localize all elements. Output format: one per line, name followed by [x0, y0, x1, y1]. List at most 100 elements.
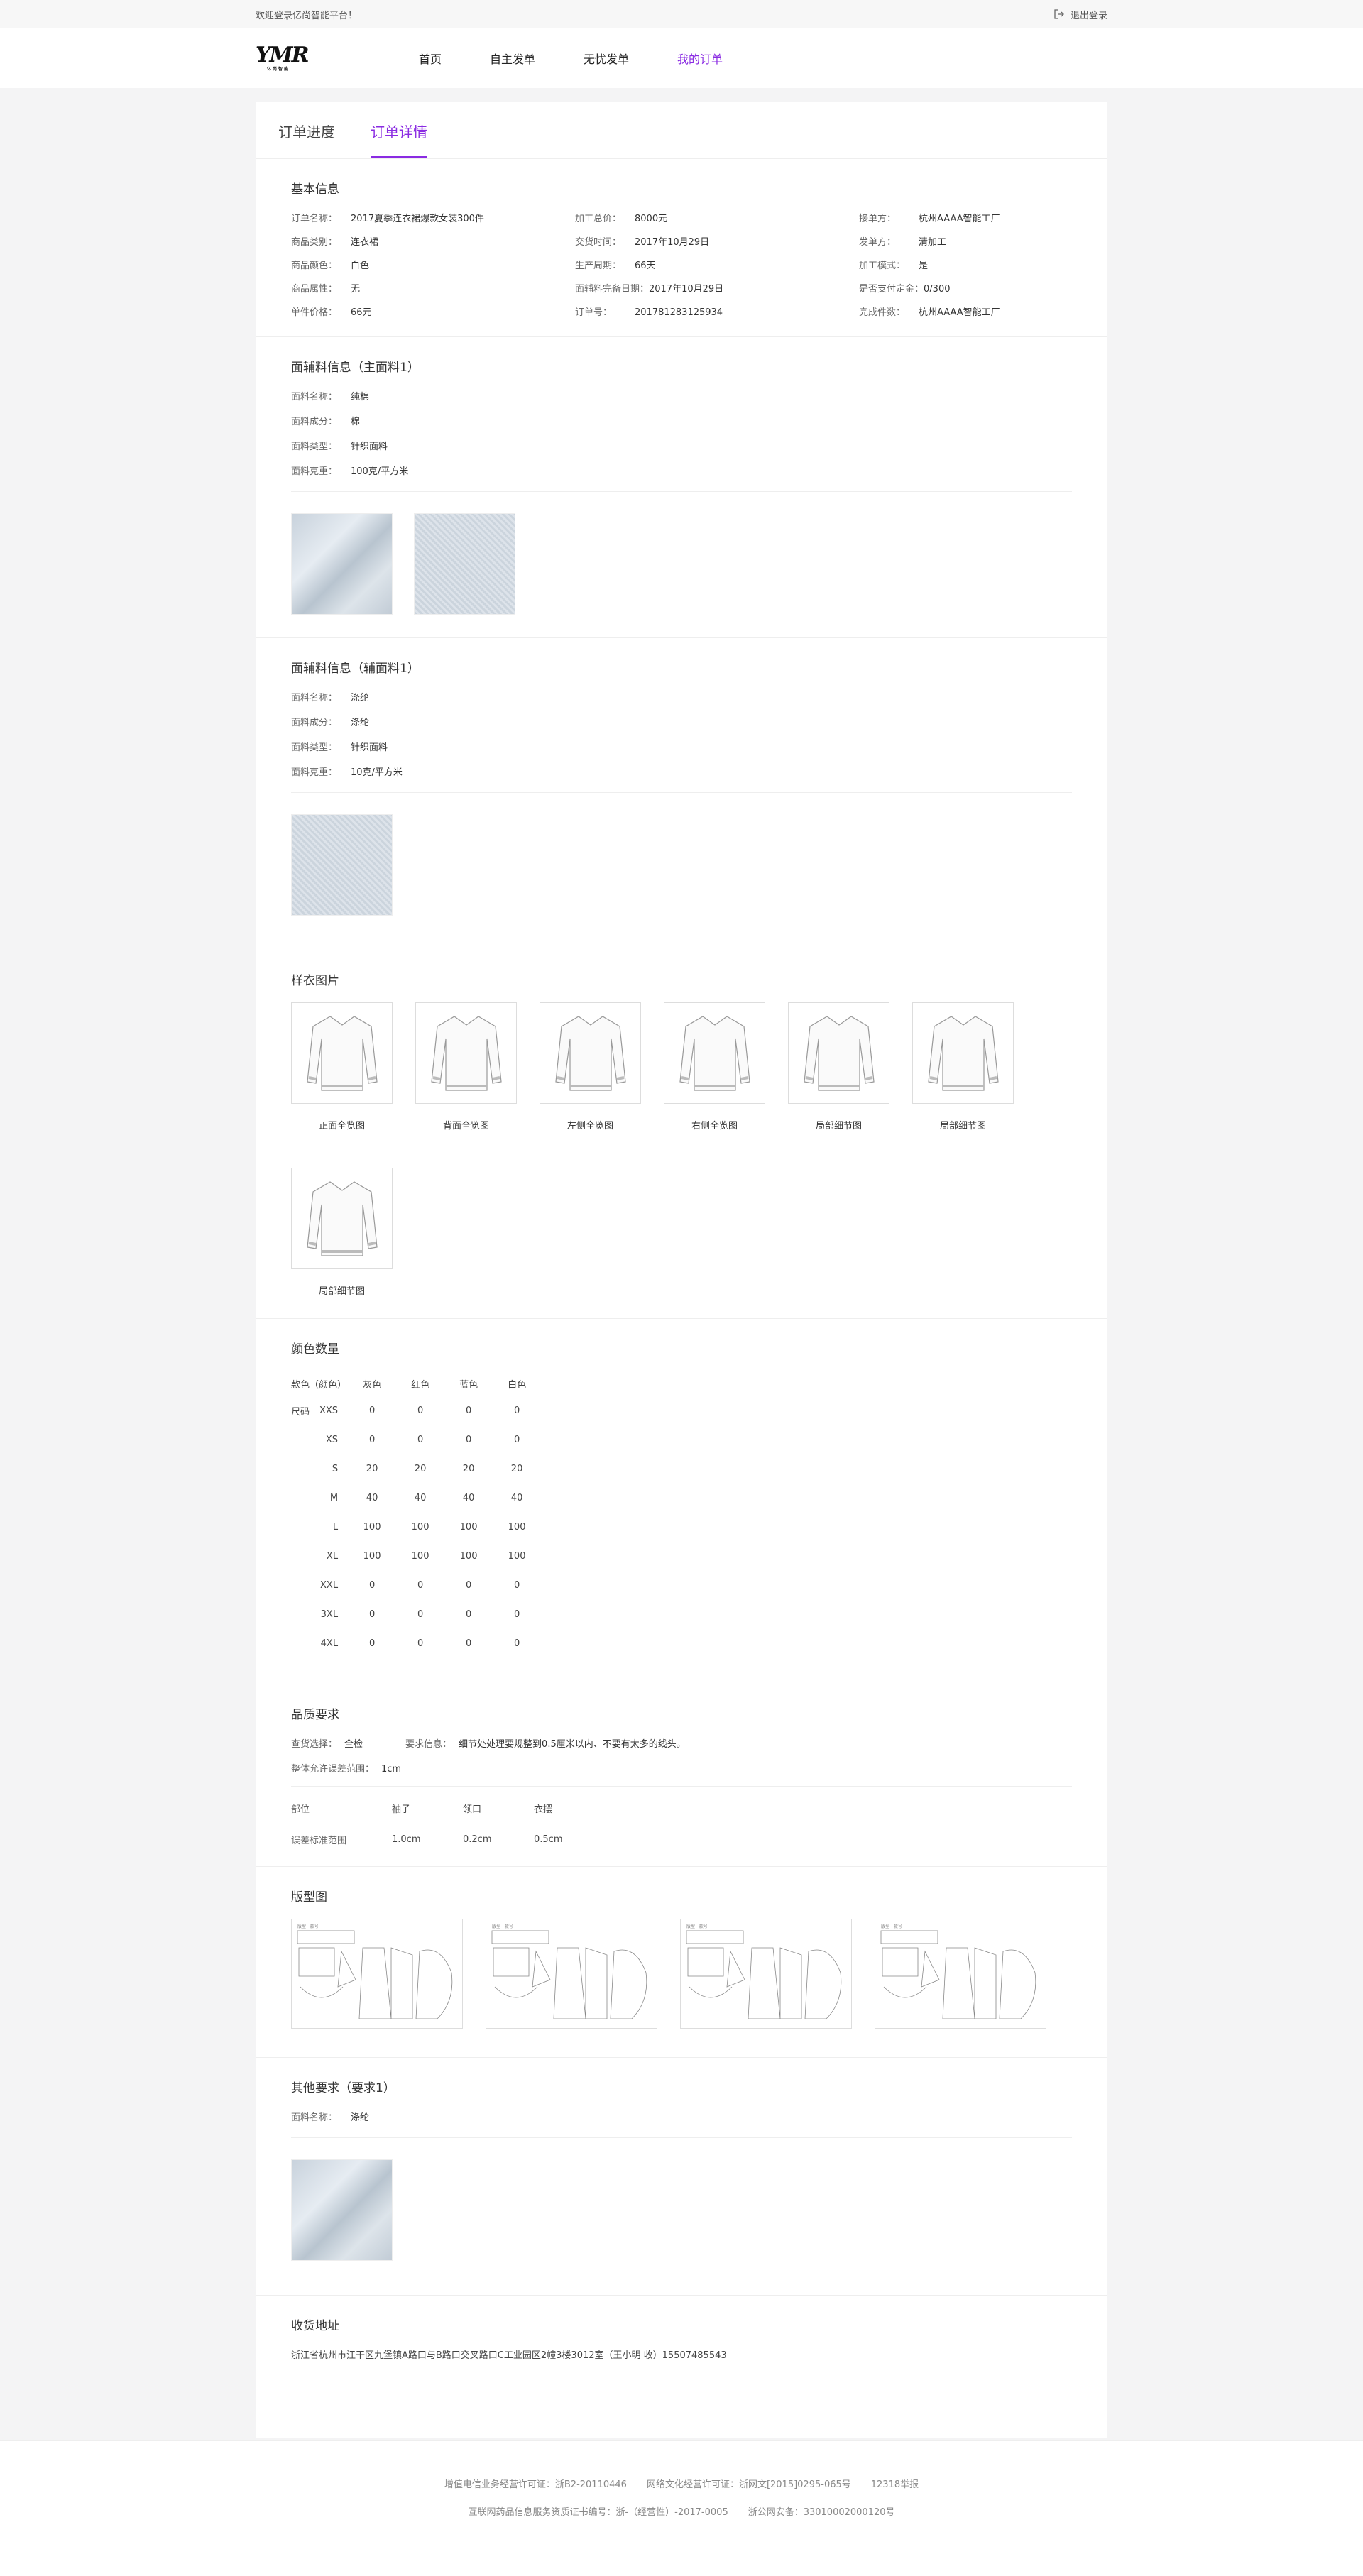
info-field: 完成件数： 杭州AAAA智能工厂	[859, 307, 1000, 318]
info-field: 面辅料完备日期：2017年10月29日	[575, 284, 724, 295]
section-title: 品质要求	[291, 1708, 339, 1722]
section-title: 版型图	[291, 1890, 327, 1904]
fabric-field: 面料类型： 针织面料	[291, 742, 388, 753]
address-section: 收货地址 浙江省杭州市江干区九堡镇A路口与B路口交叉路口C工业园区2幢3楼301…	[256, 2296, 1107, 2411]
color-qty-row: M 40 40 40 40	[329, 1493, 523, 1503]
info-field: 单件价格： 66元	[291, 307, 372, 318]
other-req-section: 其他要求（要求1） 面料名称： 涤纶	[256, 2058, 1107, 2296]
color-qty-row: 4XL 0 0 0 0	[320, 1638, 520, 1649]
info-field: 商品类别： 连衣裙	[291, 237, 379, 248]
sample-caption: 局部细节图	[318, 1286, 365, 1297]
svg-text:版型 · 款号: 版型 · 款号	[492, 1924, 513, 1929]
logout-label: 退出登录	[1070, 10, 1107, 21]
pattern-image[interactable]: 版型 · 款号	[875, 1919, 1046, 2029]
basic-info-grid: 订单名称： 2017夏季连衣裙爆款女装300件 加工总价： 8000元 接单方： 杭州AA…	[291, 211, 1072, 336]
section-title: 其他要求（要求1）	[291, 2081, 395, 2095]
section-title: 收货地址	[291, 2319, 339, 2333]
svg-text:版型 · 款号: 版型 · 款号	[297, 1924, 319, 1929]
info-field: 订单号： 201781283125934	[575, 307, 723, 318]
fabric-field: 面料类型： 针织面料	[291, 442, 388, 452]
svg-text:版型 · 款号: 版型 · 款号	[686, 1924, 708, 1929]
fabric-image	[414, 513, 515, 615]
nav-worry-free-order[interactable]: 无忧发单	[584, 50, 629, 67]
section-title: 面辅料信息（主面料1）	[291, 361, 420, 375]
sample-section: 样衣图片 正面全览图 背面全览图 左侧全览图 右侧全览图 局部细节图 局部细节图 局部细节…	[256, 950, 1107, 1319]
tab-order-progress[interactable]: 订单进度	[278, 121, 335, 158]
sample-image	[291, 1168, 393, 1269]
color-qty-table: 款色（颜色） 灰色 红色 蓝色 白色 尺码 XXS 0 0 0 0 XS 0 0 0 0 S 20 20 20 20 M 4…	[291, 1371, 541, 1658]
tab-bar: 订单进度 订单详情	[256, 102, 1107, 159]
sample-caption: 背面全览图	[442, 1121, 489, 1131]
nav-self-order[interactable]: 自主发单	[490, 50, 535, 67]
footer: 增值电信业务经营许可证：浙B2-20110446 网络文化经营许可证：浙网文[20…	[0, 2440, 1363, 2576]
fabric-field: 面料名称： 纯棉	[291, 392, 370, 402]
logout-button[interactable]: 退出登录	[1053, 8, 1107, 21]
pattern-image[interactable]: 版型 · 款号	[291, 1919, 463, 2029]
sample-image-card[interactable]: 右侧全览图	[664, 1002, 765, 1131]
tab-order-detail[interactable]: 订单详情	[371, 121, 427, 158]
info-field: 订单名称： 2017夏季连衣裙爆款女装300件	[291, 214, 484, 224]
section-title: 面辅料信息（辅面料1）	[291, 662, 420, 676]
pattern-image[interactable]: 版型 · 款号	[486, 1919, 657, 2029]
sample-caption: 左侧全览图	[566, 1121, 613, 1131]
sample-caption: 局部细节图	[815, 1121, 862, 1131]
fabric-field: 面料成分： 涤纶	[291, 718, 370, 728]
color-qty-row: 3XL 0 0 0 0	[320, 1609, 520, 1620]
address-text: 浙江省杭州市江干区九堡镇A路口与B路口交叉路口C工业园区2幢3楼3012室（王小…	[291, 2350, 727, 2361]
quality-section: 品质要求 查货选择： 全检 要求信息： 细节处处理要规整到0.5厘米以内、不要有太多的…	[256, 1684, 1107, 1867]
sample-image-card[interactable]: 左侧全览图	[540, 1002, 641, 1131]
order-card: 订单进度 订单详情 基本信息 订单名称： 2017夏季连衣裙爆款女装300件 加工总…	[256, 102, 1107, 2438]
sample-image	[788, 1002, 889, 1104]
info-field: 是否支付定金：0/300	[859, 284, 951, 295]
main-fabric-section: 面辅料信息（主面料1） 面料名称： 纯棉 面料成分：棉面料类型： 针织面料面料克重： 1…	[256, 337, 1107, 638]
logo[interactable]: YMR 亿尚智能	[256, 45, 419, 72]
svg-text:版型 · 款号: 版型 · 款号	[881, 1924, 902, 1929]
pattern-section: 版型图 版型 · 款号 版型 · 款号 版型 · 款号 版型 · 款号	[256, 1867, 1107, 2058]
section-title: 颜色数量	[291, 1342, 339, 1356]
sample-image-card[interactable]: 局部细节图	[788, 1002, 889, 1131]
color-qty-row: XXL 0 0 0 0	[320, 1580, 520, 1591]
sample-caption: 右侧全览图	[691, 1121, 738, 1131]
sample-caption: 正面全览图	[318, 1121, 365, 1131]
fabric-field: 面料克重： 100克/平方米	[291, 466, 409, 477]
sample-image-card[interactable]: 局部细节图	[291, 1168, 393, 1297]
sample-image-card[interactable]: 正面全览图	[291, 1002, 393, 1131]
info-field: 加工总价： 8000元	[575, 214, 668, 224]
info-field: 发单方： 清加工	[859, 237, 947, 248]
info-field: 商品属性：无	[291, 284, 361, 295]
color-qty-row: S 20 20 20 20	[332, 1464, 523, 1474]
tolerance-table: 部位 袖子 领口 衣摆 误差标准范围 1.0cm 0.2cm 0.5cm	[291, 1804, 563, 1846]
color-qty-row: XS 0 0 0 0	[325, 1435, 520, 1445]
section-title: 基本信息	[291, 182, 339, 197]
color-qty-section: 颜色数量 款色（颜色） 灰色 红色 蓝色 白色 尺码 XXS 0 0 0 0 XS 0 0 0 0 S 20 20 2…	[256, 1319, 1107, 1684]
info-field: 加工模式：是	[859, 261, 929, 271]
welcome-text: 欢迎登录亿尚智能平台！	[256, 10, 358, 21]
sample-image-card[interactable]: 局部细节图	[912, 1002, 1014, 1131]
logout-icon	[1054, 9, 1064, 19]
pattern-image[interactable]: 版型 · 款号	[680, 1919, 852, 2029]
sample-caption: 局部细节图	[939, 1121, 986, 1131]
nav-my-orders[interactable]: 我的订单	[677, 50, 723, 67]
section-title: 样衣图片	[291, 974, 339, 988]
fabric-image	[291, 814, 393, 916]
fabric-image	[291, 2159, 393, 2261]
sample-image	[540, 1002, 641, 1104]
aux-fabric-section: 面辅料信息（辅面料1） 面料名称： 涤纶 面料成分： 涤纶面料类型： 针织面料面料克重：…	[256, 638, 1107, 950]
report-link[interactable]: 12318举报	[871, 2479, 919, 2490]
fabric-field: 面料克重： 10克/平方米	[291, 767, 403, 778]
fabric-field: 面料名称： 涤纶	[291, 693, 370, 703]
main-nav: YMR 亿尚智能 首页 自主发单 无忧发单 我的订单	[0, 28, 1363, 88]
info-field: 交货时间： 2017年10月29日	[575, 237, 710, 248]
fabric-image	[291, 513, 393, 615]
color-qty-row: XL 100 100 100 100	[326, 1551, 526, 1562]
fabric-field: 面料成分：棉	[291, 417, 361, 427]
sample-image	[912, 1002, 1014, 1104]
sample-image	[291, 1002, 393, 1104]
sample-image	[415, 1002, 517, 1104]
info-field: 生产周期： 66天	[575, 261, 656, 271]
sample-image	[664, 1002, 765, 1104]
info-field: 接单方： 杭州AAAA智能工厂	[859, 214, 1000, 224]
color-qty-row: 尺码 XXS 0 0 0 0	[291, 1405, 520, 1418]
nav-home[interactable]: 首页	[419, 50, 442, 67]
sample-image-card[interactable]: 背面全览图	[415, 1002, 517, 1131]
